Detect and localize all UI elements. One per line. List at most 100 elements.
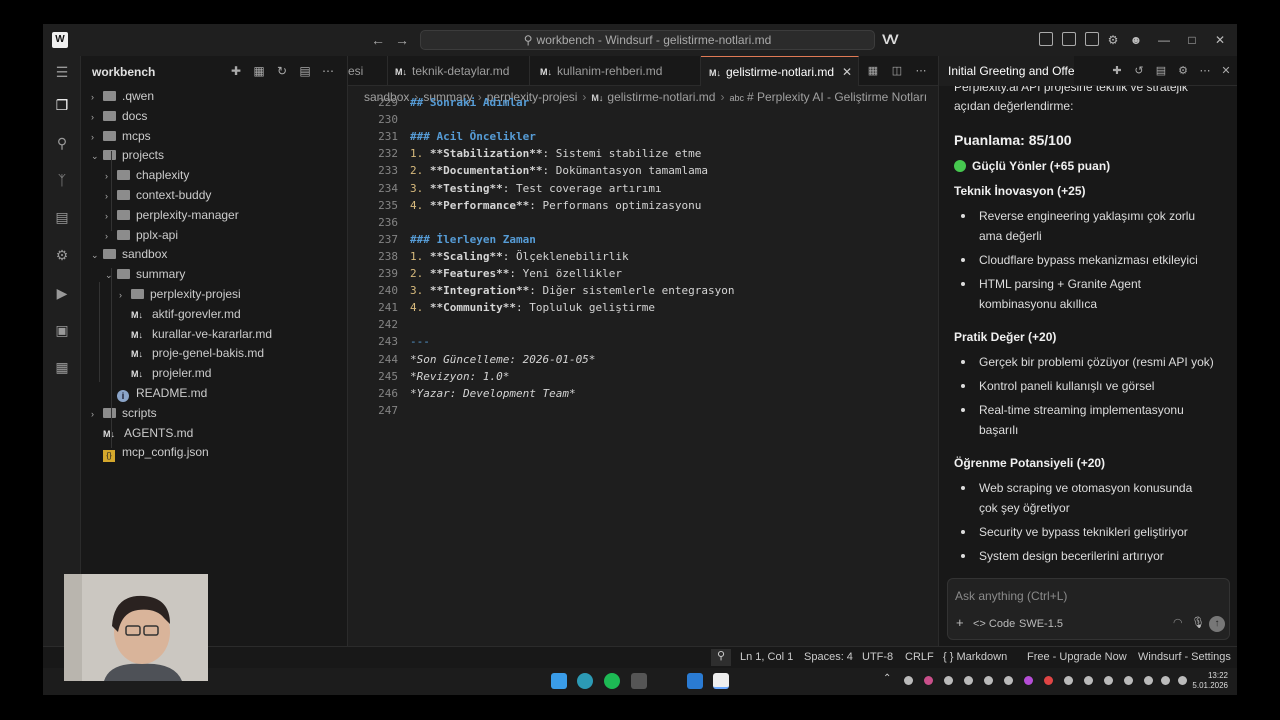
file-kurallar-ve-kararlar-md[interactable]: M↓ kurallar-ve-kararlar.md (119, 324, 272, 344)
send-button[interactable]: ↑ (1209, 616, 1225, 632)
vscode-icon[interactable] (687, 673, 703, 689)
microphone-icon[interactable]: 🎙 (1191, 616, 1205, 629)
menu-icon[interactable]: ☰ (53, 63, 71, 81)
windsurf-taskbar-icon[interactable] (713, 673, 729, 689)
file-readme-md[interactable]: i README.md (105, 383, 207, 403)
tray-icon[interactable] (1064, 676, 1073, 685)
close-window-icon[interactable]: ✕ (1210, 30, 1230, 50)
account-icon[interactable]: ☻ (1126, 30, 1146, 50)
folder-context-buddy[interactable]: › context-buddy (105, 185, 211, 205)
folder-scripts[interactable]: › scripts (91, 403, 157, 423)
tray-icon[interactable] (984, 676, 993, 685)
breadcrumb-item[interactable]: gelistirme-notlari.md (607, 90, 715, 104)
remote-icon[interactable]: ▣ (53, 321, 71, 339)
toggle-panel-icon[interactable] (1062, 32, 1076, 46)
new-chat-icon[interactable]: ✚ (1110, 64, 1124, 78)
tab-partial[interactable]: esi (348, 56, 388, 86)
settings-gear-icon[interactable]: ⚙ (1103, 30, 1123, 50)
folder-mcps[interactable]: › mcps (91, 126, 151, 146)
collapse-all-icon[interactable]: ▤ (297, 63, 313, 79)
file-mcp-config-json[interactable]: {} mcp_config.json (91, 442, 209, 463)
plug-icon[interactable]: ⚙ (1176, 64, 1190, 78)
volume-icon[interactable] (1161, 676, 1170, 685)
tray-icon[interactable] (1124, 676, 1133, 685)
refresh-icon[interactable]: ↻ (274, 63, 290, 79)
indentation[interactable]: Spaces: 4 (804, 651, 853, 663)
run-debug-icon[interactable]: ⚙ (53, 246, 71, 264)
cascade-conversation-tab[interactable]: Initial Greeting and Offe (939, 56, 1074, 86)
folder-chaplexity[interactable]: › chaplexity (105, 165, 189, 185)
start-menu-icon[interactable] (551, 673, 567, 689)
file-projeler-md[interactable]: M↓ projeler.md (119, 363, 211, 383)
model-selector[interactable]: SWE-1.5 (1019, 618, 1063, 630)
toggle-secondary-sidebar-icon[interactable] (1085, 32, 1099, 46)
windsurf-settings[interactable]: Windsurf - Settings (1138, 651, 1231, 663)
mode-selector[interactable]: <> Code (973, 618, 1015, 630)
more-actions-icon[interactable]: ⋯ (914, 64, 928, 78)
tray-icon[interactable] (904, 676, 913, 685)
tray-icon[interactable] (944, 676, 953, 685)
file-aktif-gorevler-md[interactable]: M↓ aktif-gorevler.md (119, 304, 241, 324)
tray-icon[interactable] (1044, 676, 1053, 685)
history-icon[interactable]: ↺ (1132, 64, 1146, 78)
code-editor[interactable]: 229 ## Sonraki Adımlar 230 231 ### Acil Önce… (348, 96, 938, 646)
language-mode[interactable]: { } Markdown (943, 651, 1007, 663)
encoding[interactable]: UTF-8 (862, 651, 893, 663)
extensions-icon[interactable]: ▦ (53, 358, 71, 376)
tray-icon[interactable] (964, 676, 973, 685)
close-tab-icon[interactable]: ✕ (842, 57, 852, 86)
file-proje-genel-bakis-md[interactable]: M↓ proje-genel-bakis.md (119, 343, 264, 363)
folder-qwen[interactable]: › .qwen (91, 86, 154, 106)
folder-summary[interactable]: ⌄ summary (105, 264, 185, 284)
close-panel-icon[interactable]: ✕ (1219, 64, 1233, 78)
folder-perplexity-projesi[interactable]: › perplexity-projesi (119, 284, 241, 304)
folder-sandbox[interactable]: ⌄ sandbox (91, 244, 167, 264)
tab-teknik-detaylar[interactable]: M↓ teknik-detaylar.md (388, 56, 530, 86)
deploy-icon[interactable]: ▶ (53, 284, 71, 302)
tray-icon[interactable] (1024, 676, 1033, 685)
new-file-icon[interactable]: ✚ (228, 63, 244, 79)
wifi-icon[interactable] (1144, 676, 1153, 685)
search-icon[interactable]: ⚲ (53, 134, 71, 152)
command-center[interactable]: ⚲ workbench - Windsurf - gelistirme-notla… (420, 30, 875, 50)
open-changes-icon[interactable]: ▦ (866, 64, 880, 78)
snipping-tool-icon[interactable] (631, 673, 647, 689)
tab-gelistirme-notlari[interactable]: M↓ gelistirme-notlari.md ✕ (701, 56, 859, 86)
windsurf-wave-icon[interactable]: VV (882, 31, 899, 47)
tray-icon[interactable] (924, 676, 933, 685)
upgrade-link[interactable]: Free - Upgrade Now (1027, 651, 1127, 663)
tray-icon[interactable] (1104, 676, 1113, 685)
minimize-icon[interactable]: — (1154, 30, 1174, 50)
folder-perplexity-manager[interactable]: › perplexity-manager (105, 205, 239, 225)
file-agents-md[interactable]: M↓ AGENTS.md (91, 423, 193, 443)
spotify-icon[interactable] (604, 673, 620, 689)
chevron-up-icon[interactable]: ⌃ (883, 673, 891, 684)
map-icon[interactable]: ▤ (53, 208, 71, 226)
cursor-position[interactable]: Ln 1, Col 1 (740, 651, 793, 663)
battery-icon[interactable] (1178, 676, 1187, 685)
folder-projects[interactable]: ⌄ projects (91, 145, 164, 165)
chat-input[interactable] (955, 587, 1215, 605)
new-folder-icon[interactable]: ▦ (251, 63, 267, 79)
breadcrumb-item[interactable]: # Perplexity AI - Geliştirme Notları (747, 90, 927, 104)
source-control-icon[interactable]: ᛉ (53, 171, 71, 189)
more-actions-icon[interactable]: ⋯ (1198, 64, 1212, 78)
toggle-sidebar-icon[interactable] (1039, 32, 1053, 46)
zoom-icon[interactable]: ⚲ (711, 649, 731, 666)
edge-browser-icon[interactable] (577, 673, 593, 689)
clipboard-icon[interactable]: ▤ (1154, 64, 1168, 78)
add-context-icon[interactable]: + (956, 615, 964, 630)
split-editor-icon[interactable]: ◫ (890, 64, 904, 78)
tray-icon[interactable] (1004, 676, 1013, 685)
system-clock[interactable]: 13:22 5.01.2026 (1188, 671, 1228, 691)
folder-docs[interactable]: › docs (91, 106, 147, 126)
back-arrow-icon[interactable]: ← (369, 31, 387, 49)
tab-kullanim-rehberi[interactable]: M↓ kullanim-rehberi.md (530, 56, 701, 86)
windsurf-logo-icon[interactable]: W (52, 32, 68, 48)
folder-pplx-api[interactable]: › pplx-api (105, 225, 178, 245)
more-actions-icon[interactable]: ⋯ (320, 63, 336, 79)
explorer-files-icon[interactable]: ❐ (53, 96, 71, 114)
maximize-icon[interactable]: □ (1182, 30, 1202, 50)
tray-icon[interactable] (1084, 676, 1093, 685)
forward-arrow-icon[interactable]: → (393, 31, 411, 49)
